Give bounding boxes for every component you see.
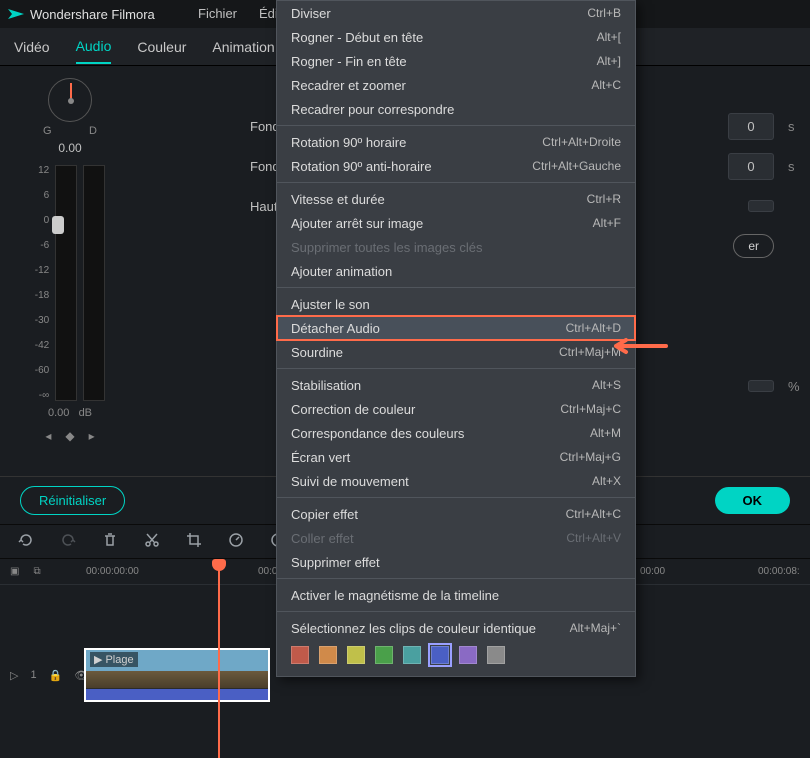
reset-button[interactable]: Réinitialiser bbox=[20, 486, 125, 515]
speed-icon[interactable] bbox=[228, 532, 244, 551]
next-keyframe-icon[interactable]: ▸ bbox=[89, 429, 95, 443]
er-button[interactable]: er bbox=[733, 234, 774, 258]
pitch-field[interactable] bbox=[748, 200, 774, 212]
timecode-2: 00:00 bbox=[640, 566, 665, 577]
fade-out-value[interactable]: 0 bbox=[728, 153, 774, 180]
fade-in-value[interactable]: 0 bbox=[728, 113, 774, 140]
menu-item: Coller effetCtrl+Alt+V bbox=[277, 526, 635, 550]
color-swatch[interactable] bbox=[347, 646, 365, 664]
clip-name: Plage bbox=[105, 654, 133, 666]
menu-item[interactable]: Activer le magnétisme de la timeline bbox=[277, 583, 635, 607]
color-swatch[interactable] bbox=[291, 646, 309, 664]
menu-item[interactable]: SourdineCtrl+Maj+M bbox=[277, 340, 635, 364]
menu-item[interactable]: Détacher AudioCtrl+Alt+D bbox=[277, 316, 635, 340]
fade-in-unit: s bbox=[788, 119, 800, 134]
annotation-arrow-icon bbox=[608, 336, 668, 359]
pan-dial[interactable] bbox=[48, 78, 92, 122]
tab-animation[interactable]: Animation bbox=[212, 31, 274, 63]
playback-controls: ◂ ◆ ▸ bbox=[45, 429, 94, 443]
keyframe-icon[interactable]: ◆ bbox=[65, 429, 74, 443]
meter-bar-right[interactable] bbox=[83, 165, 105, 401]
menu-item[interactable]: Vitesse et duréeCtrl+R bbox=[277, 187, 635, 211]
fade-out-unit: s bbox=[788, 159, 800, 174]
percent-unit: % bbox=[788, 379, 800, 394]
timecode-3: 00:00:08: bbox=[758, 566, 800, 577]
color-swatch[interactable] bbox=[375, 646, 393, 664]
menu-item[interactable]: Sélectionnez les clips de couleur identi… bbox=[277, 616, 635, 640]
pan-value: 0.00 bbox=[58, 141, 81, 155]
color-swatch[interactable] bbox=[487, 646, 505, 664]
playhead[interactable] bbox=[218, 559, 220, 758]
menu-file[interactable]: Fichier bbox=[198, 6, 237, 21]
meter-unit: dB bbox=[79, 407, 92, 419]
track-label: 1 bbox=[30, 669, 36, 681]
delete-icon[interactable] bbox=[102, 532, 118, 551]
menu-item[interactable]: Ajuster le son bbox=[277, 292, 635, 316]
pan-left-label: G bbox=[43, 125, 52, 137]
menu-item[interactable]: Ajouter animation bbox=[277, 259, 635, 283]
undo-icon[interactable] bbox=[18, 532, 34, 551]
menu-item[interactable]: Recadrer et zoomerAlt+C bbox=[277, 73, 635, 97]
link-icon[interactable]: ⧉ bbox=[33, 566, 40, 577]
menu-item: Supprimer toutes les images clés bbox=[277, 235, 635, 259]
play-icon: ▶ bbox=[94, 653, 102, 666]
tab-audio[interactable]: Audio bbox=[76, 30, 112, 64]
pan-right-label: D bbox=[89, 125, 97, 137]
menu-item[interactable]: DiviserCtrl+B bbox=[277, 1, 635, 25]
menu-item[interactable]: Écran vertCtrl+Maj+G bbox=[277, 445, 635, 469]
menu-item[interactable]: Rotation 90º horaireCtrl+Alt+Droite bbox=[277, 130, 635, 154]
timecode-0: 00:00:00:00 bbox=[86, 566, 139, 577]
menu-item[interactable]: Recadrer pour correspondre bbox=[277, 97, 635, 121]
menu-item[interactable]: StabilisationAlt+S bbox=[277, 373, 635, 397]
color-swatch[interactable] bbox=[459, 646, 477, 664]
percent-field[interactable] bbox=[748, 380, 774, 392]
menu-item[interactable]: Rogner - Fin en têteAlt+] bbox=[277, 49, 635, 73]
context-menu: DiviserCtrl+BRogner - Début en têteAlt+[… bbox=[276, 0, 636, 677]
tab-color[interactable]: Couleur bbox=[137, 31, 186, 63]
prev-keyframe-icon[interactable]: ◂ bbox=[45, 429, 51, 443]
tab-video[interactable]: Vidéo bbox=[14, 31, 50, 63]
meter-bar-left[interactable] bbox=[55, 165, 77, 401]
menu-item[interactable]: Correspondance des couleursAlt+M bbox=[277, 421, 635, 445]
menu-item[interactable]: Supprimer effet bbox=[277, 550, 635, 574]
app-logo-icon bbox=[8, 6, 24, 22]
color-swatch[interactable] bbox=[403, 646, 421, 664]
color-swatch[interactable] bbox=[319, 646, 337, 664]
menu-item[interactable]: Rotation 90º anti-horaireCtrl+Alt+Gauche bbox=[277, 154, 635, 178]
crop-icon[interactable] bbox=[186, 532, 202, 551]
meter-value: 0.00 bbox=[48, 407, 69, 419]
menu-item[interactable]: Ajouter arrêt sur imageAlt+F bbox=[277, 211, 635, 235]
ok-button[interactable]: OK bbox=[715, 487, 791, 514]
menu-item[interactable]: Correction de couleurCtrl+Maj+C bbox=[277, 397, 635, 421]
cut-icon[interactable] bbox=[144, 532, 160, 551]
track-toggle-icon[interactable]: ▷ bbox=[10, 669, 18, 682]
meter-scale: 1260-6-12-18-30-42-60-∞ bbox=[35, 165, 49, 401]
video-clip[interactable]: ▶Plage bbox=[84, 648, 270, 702]
menu-item[interactable]: Copier effetCtrl+Alt+C bbox=[277, 502, 635, 526]
marker-add-icon[interactable]: ▣ bbox=[10, 566, 19, 577]
lock-icon[interactable]: 🔒 bbox=[49, 669, 63, 682]
audio-left-panel: GD 0.00 1260-6-12-18-30-42-60-∞ 0.00 dB … bbox=[0, 66, 140, 476]
timecode-1: 00:0 bbox=[258, 566, 277, 577]
menu-item[interactable]: Suivi de mouvementAlt+X bbox=[277, 469, 635, 493]
color-swatch[interactable] bbox=[431, 646, 449, 664]
redo-icon[interactable] bbox=[60, 532, 76, 551]
app-title: Wondershare Filmora bbox=[30, 7, 155, 22]
menu-item[interactable]: Rogner - Début en têteAlt+[ bbox=[277, 25, 635, 49]
